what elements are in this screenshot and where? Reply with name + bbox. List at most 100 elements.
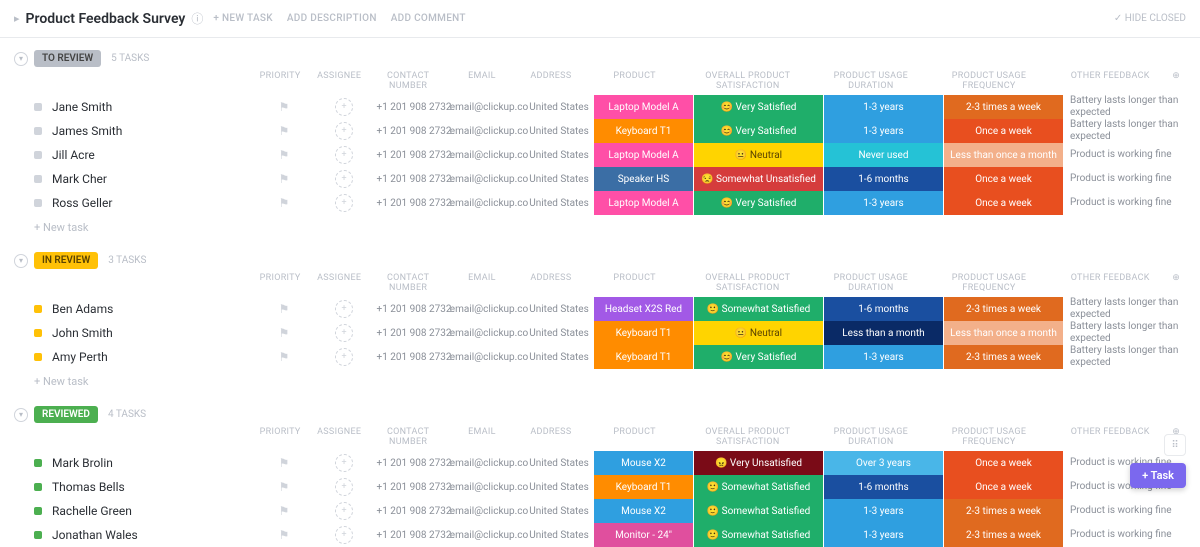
new-task-action[interactable]: + NEW TASK <box>213 13 272 24</box>
col-priority[interactable]: PRIORITY <box>251 427 310 447</box>
table-row[interactable]: Rachelle Green⚑++1 201 908 2732email@cli… <box>0 499 1200 523</box>
status-pill[interactable]: REVIEWED <box>34 406 98 423</box>
task-name[interactable]: Jane Smith <box>14 95 254 119</box>
priority-flag-icon[interactable]: ⚑ <box>279 172 290 186</box>
table-row[interactable]: Ross Geller⚑++1 201 908 2732email@clicku… <box>0 191 1200 215</box>
frequency-chip[interactable]: 2-3 times a week <box>944 345 1064 369</box>
priority-flag-icon[interactable]: ⚑ <box>279 528 290 542</box>
assignee-avatar[interactable]: + <box>335 170 353 188</box>
frequency-chip[interactable]: Once a week <box>944 191 1064 215</box>
col-feedback[interactable]: OTHER FEEDBACK <box>1048 427 1166 447</box>
collapse-icon[interactable]: ▾ <box>14 52 28 66</box>
satisfaction-chip[interactable]: 😊 Very Satisfied <box>694 95 824 119</box>
col-assignee[interactable]: ASSIGNEE <box>310 427 369 447</box>
col-contact[interactable]: CONTACT NUMBER <box>369 427 448 447</box>
frequency-chip[interactable]: 2-3 times a week <box>944 297 1064 321</box>
new-task-link[interactable]: + New task <box>0 369 1200 394</box>
priority-flag-icon[interactable]: ⚑ <box>279 302 290 316</box>
info-icon[interactable]: ⓘ <box>191 10 203 27</box>
priority-flag-icon[interactable]: ⚑ <box>279 480 290 494</box>
col-assignee[interactable]: ASSIGNEE <box>310 273 369 293</box>
assignee-avatar[interactable]: + <box>335 478 353 496</box>
frequency-chip[interactable]: Once a week <box>944 167 1064 191</box>
priority-flag-icon[interactable]: ⚑ <box>279 124 290 138</box>
duration-chip[interactable]: 1-3 years <box>824 523 944 547</box>
col-email[interactable]: EMAIL <box>448 273 517 293</box>
col-feedback[interactable]: OTHER FEEDBACK <box>1048 71 1166 91</box>
col-satisfaction[interactable]: OVERALL PRODUCT SATISFACTION <box>684 427 812 447</box>
frequency-chip[interactable]: Less than once a month <box>944 143 1064 167</box>
priority-flag-icon[interactable]: ⚑ <box>279 148 290 162</box>
assignee-avatar[interactable]: + <box>335 324 353 342</box>
col-frequency[interactable]: PRODUCT USAGE FREQUENCY <box>930 71 1048 91</box>
assignee-avatar[interactable]: + <box>335 454 353 472</box>
frequency-chip[interactable]: Once a week <box>944 451 1064 475</box>
col-satisfaction[interactable]: OVERALL PRODUCT SATISFACTION <box>684 273 812 293</box>
table-row[interactable]: James Smith⚑++1 201 908 2732email@clicku… <box>0 119 1200 143</box>
col-frequency[interactable]: PRODUCT USAGE FREQUENCY <box>930 273 1048 293</box>
col-feedback[interactable]: OTHER FEEDBACK <box>1048 273 1166 293</box>
product-chip[interactable]: Headset X2S Red <box>594 297 694 321</box>
task-name[interactable]: James Smith <box>14 119 254 143</box>
collapse-icon[interactable]: ▾ <box>14 254 28 268</box>
satisfaction-chip[interactable]: 😊 Very Satisfied <box>694 345 824 369</box>
priority-flag-icon[interactable]: ⚑ <box>279 504 290 518</box>
task-name[interactable]: Ben Adams <box>14 297 254 321</box>
frequency-chip[interactable]: Once a week <box>944 475 1064 499</box>
table-row[interactable]: Mark Brolin⚑++1 201 908 2732email@clicku… <box>0 451 1200 475</box>
add-comment-action[interactable]: ADD COMMENT <box>391 13 466 24</box>
table-row[interactable]: Mark Cher⚑++1 201 908 2732email@clickup.… <box>0 167 1200 191</box>
frequency-chip[interactable]: 2-3 times a week <box>944 523 1064 547</box>
product-chip[interactable]: Keyboard T1 <box>594 119 694 143</box>
product-chip[interactable]: Keyboard T1 <box>594 345 694 369</box>
hide-closed-toggle[interactable]: HIDE CLOSED <box>1114 13 1186 24</box>
priority-flag-icon[interactable]: ⚑ <box>279 326 290 340</box>
duration-chip[interactable]: 1-3 years <box>824 191 944 215</box>
collapse-icon[interactable]: ▾ <box>14 408 28 422</box>
priority-flag-icon[interactable]: ⚑ <box>279 196 290 210</box>
product-chip[interactable]: Laptop Model A <box>594 95 694 119</box>
assignee-avatar[interactable]: + <box>335 526 353 544</box>
table-row[interactable]: Jane Smith⚑++1 201 908 2732email@clickup… <box>0 95 1200 119</box>
frequency-chip[interactable]: 2-3 times a week <box>944 95 1064 119</box>
add-description-action[interactable]: ADD DESCRIPTION <box>287 13 377 24</box>
satisfaction-chip[interactable]: 🙂 Somewhat Satisfied <box>694 297 824 321</box>
col-duration[interactable]: PRODUCT USAGE DURATION <box>812 71 930 91</box>
col-contact[interactable]: CONTACT NUMBER <box>369 273 448 293</box>
satisfaction-chip[interactable]: 😐 Neutral <box>694 143 824 167</box>
duration-chip[interactable]: 1-3 years <box>824 95 944 119</box>
duration-chip[interactable]: 1-3 years <box>824 345 944 369</box>
product-chip[interactable]: Laptop Model A <box>594 191 694 215</box>
col-product[interactable]: PRODUCT <box>585 71 683 91</box>
satisfaction-chip[interactable]: 😠 Very Unsatisfied <box>694 451 824 475</box>
col-email[interactable]: EMAIL <box>448 427 517 447</box>
col-priority[interactable]: PRIORITY <box>251 273 310 293</box>
duration-chip[interactable]: Less than a month <box>824 321 944 345</box>
duration-chip[interactable]: 1-6 months <box>824 167 944 191</box>
satisfaction-chip[interactable]: 😊 Very Satisfied <box>694 191 824 215</box>
col-address[interactable]: ADDRESS <box>516 71 585 91</box>
table-row[interactable]: Thomas Bells⚑++1 201 908 2732email@click… <box>0 475 1200 499</box>
frequency-chip[interactable]: Once a week <box>944 119 1064 143</box>
task-name[interactable]: Thomas Bells <box>14 475 254 499</box>
assignee-avatar[interactable]: + <box>335 348 353 366</box>
col-assignee[interactable]: ASSIGNEE <box>310 71 369 91</box>
product-chip[interactable]: Laptop Model A <box>594 143 694 167</box>
satisfaction-chip[interactable]: 😐 Neutral <box>694 321 824 345</box>
col-address[interactable]: ADDRESS <box>516 427 585 447</box>
task-name[interactable]: Jonathan Wales <box>14 523 254 547</box>
satisfaction-chip[interactable]: 🙂 Somewhat Satisfied <box>694 523 824 547</box>
col-satisfaction[interactable]: OVERALL PRODUCT SATISFACTION <box>684 71 812 91</box>
duration-chip[interactable]: Never used <box>824 143 944 167</box>
col-priority[interactable]: PRIORITY <box>251 71 310 91</box>
product-chip[interactable]: Mouse X2 <box>594 499 694 523</box>
product-chip[interactable]: Keyboard T1 <box>594 321 694 345</box>
priority-flag-icon[interactable]: ⚑ <box>279 100 290 114</box>
float-menu-icon[interactable]: ⠿ <box>1164 434 1186 456</box>
duration-chip[interactable]: 1-3 years <box>824 119 944 143</box>
task-name[interactable]: Mark Cher <box>14 167 254 191</box>
duration-chip[interactable]: 1-6 months <box>824 297 944 321</box>
product-chip[interactable]: Monitor - 24" <box>594 523 694 547</box>
assignee-avatar[interactable]: + <box>335 194 353 212</box>
product-chip[interactable]: Keyboard T1 <box>594 475 694 499</box>
